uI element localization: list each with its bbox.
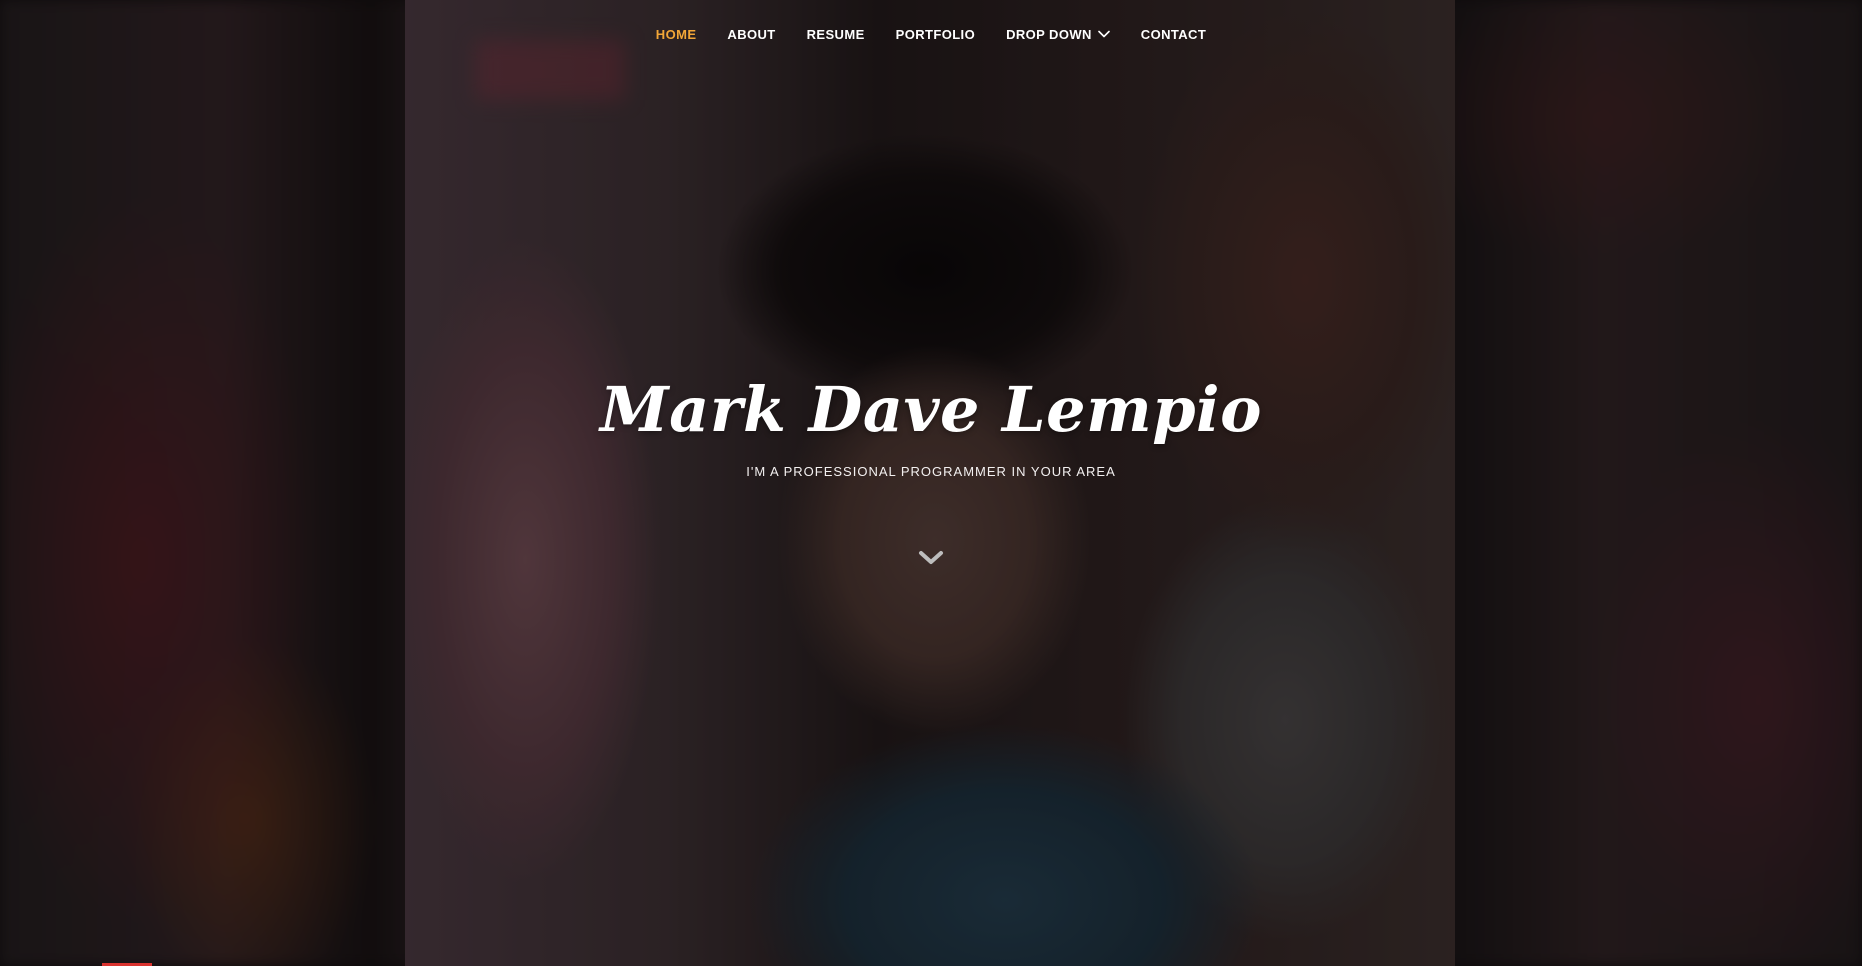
hero-name: Mark Dave Lempio: [600, 373, 1262, 446]
nav-item-label: ABOUT: [727, 26, 776, 42]
hero-tagline: I'M A PROFESSIONAL PROGRAMMER IN YOUR AR…: [746, 464, 1116, 479]
hero-text: Mark Dave Lempio I'M A PROFESSIONAL PROG…: [0, 370, 1862, 479]
main-navigation: HOME ABOUT RESUME PORTFOLIO DROP DOWN CO…: [0, 0, 1862, 68]
nav-item-drop-down[interactable]: DROP DOWN: [1006, 27, 1110, 42]
nav-item-resume[interactable]: RESUME: [807, 27, 865, 42]
nav-item-label: DROP DOWN: [1006, 26, 1092, 42]
nav-item-about[interactable]: ABOUT: [727, 27, 775, 42]
nav-item-portfolio[interactable]: PORTFOLIO: [896, 27, 975, 42]
nav-item-label: RESUME: [806, 26, 865, 42]
nav-item-home[interactable]: HOME: [656, 27, 697, 42]
hero-section: HOME ABOUT RESUME PORTFOLIO DROP DOWN CO…: [0, 0, 1862, 966]
chevron-down-icon: [1097, 30, 1110, 38]
nav-item-label: CONTACT: [1140, 26, 1207, 42]
scroll-down-chevron-down-icon[interactable]: [917, 549, 945, 567]
nav-item-label: PORTFOLIO: [895, 26, 976, 42]
hero-overlay: [0, 0, 1862, 966]
nav-item-label: HOME: [655, 26, 697, 42]
nav-item-contact[interactable]: CONTACT: [1141, 27, 1206, 42]
